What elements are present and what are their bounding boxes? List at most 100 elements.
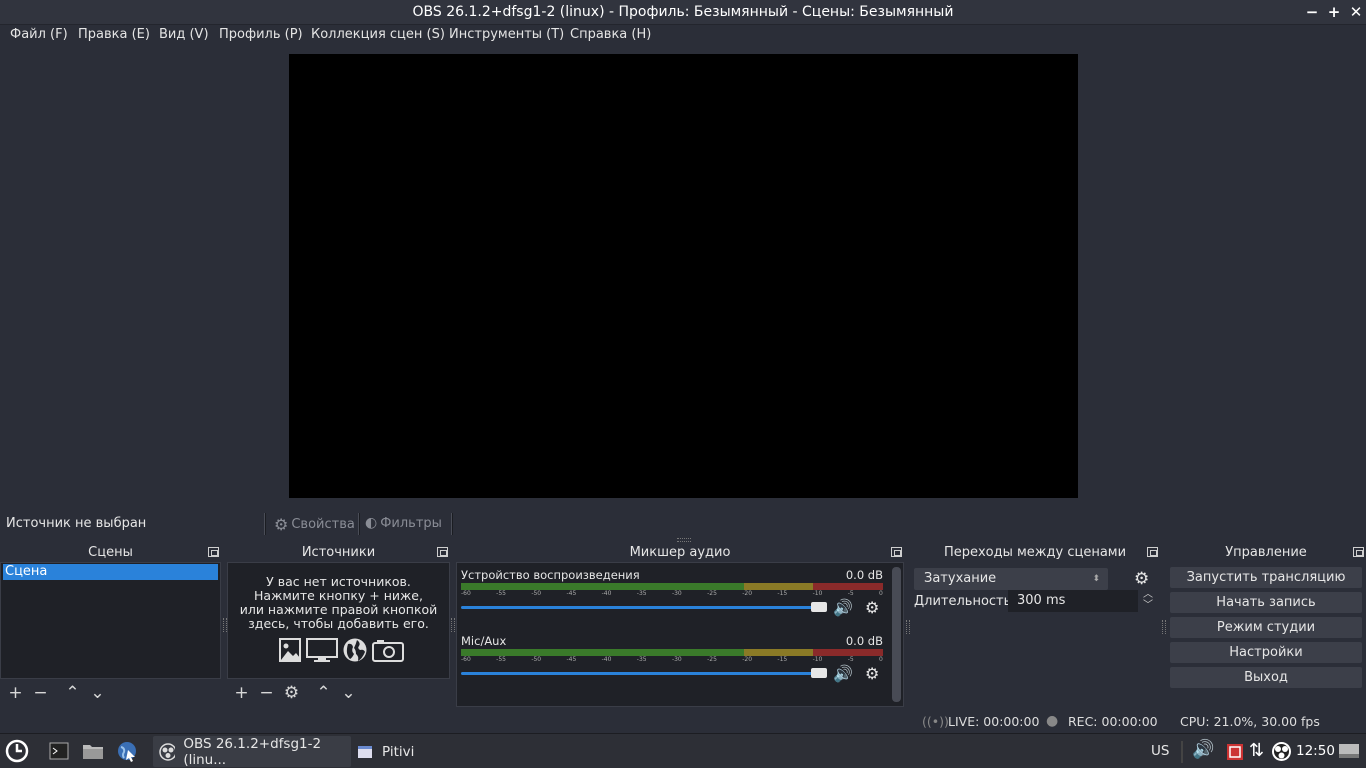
gear-icon: ⚙ xyxy=(274,515,289,534)
toolbar-separator xyxy=(451,513,453,535)
image-icon xyxy=(279,638,301,662)
volume-tray-icon[interactable]: 🔊 xyxy=(1192,739,1214,760)
chevron-down-icon: ⌄ xyxy=(90,683,105,703)
float-dock-icon[interactable] xyxy=(437,547,448,557)
camera-icon xyxy=(372,640,404,662)
mixer-scrollbar[interactable] xyxy=(892,567,901,702)
speaker-icon[interactable]: 🔊 xyxy=(833,598,853,617)
properties-button[interactable]: ⚙ Свойства xyxy=(274,515,355,534)
sources-list[interactable]: У вас нет источников. Нажмите кнопку + н… xyxy=(227,562,450,679)
scene-item[interactable]: Сцена xyxy=(3,564,218,580)
volume-meter xyxy=(461,649,883,656)
live-status: LIVE: 00:00:00 xyxy=(948,714,1040,729)
recording-tray-icon[interactable] xyxy=(1226,743,1244,765)
volume-slider[interactable] xyxy=(461,668,827,678)
meter-tick-label: -15 xyxy=(777,656,788,663)
filters-button[interactable]: ◐ Фильтры xyxy=(365,515,442,531)
exit-button[interactable]: Выход xyxy=(1170,667,1362,688)
slider-handle[interactable] xyxy=(811,602,827,612)
mixer-channel: Устройство воспроизведения 0.0 dB -60 -55… xyxy=(461,568,887,626)
duration-input[interactable]: 300 ms xyxy=(1008,590,1138,612)
add-source-button[interactable]: + xyxy=(229,681,254,705)
toolbar-separator xyxy=(264,513,266,535)
meter-ticks: -60 -55 -50 -45 -40 -35 -30 -25 -20 -15 -10 -5 0 xyxy=(461,590,883,598)
show-desktop-button[interactable] xyxy=(1338,743,1360,765)
meter-tick-label: -25 xyxy=(707,656,717,663)
meter-tick-label: -60 xyxy=(461,590,471,597)
task-label: OBS 26.1.2+dfsg1-2 (linu... xyxy=(183,735,322,768)
preview-canvas[interactable] xyxy=(289,54,1078,498)
scenes-dock: Сцены Сцена + − ⌃ ⌄ xyxy=(0,544,221,707)
meter-tick-label: -45 xyxy=(566,656,577,663)
source-properties-button[interactable]: ⚙ xyxy=(279,681,304,705)
meter-tick-label: -20 xyxy=(742,590,753,597)
meter-tick-label: -15 xyxy=(777,590,788,597)
globe-icon xyxy=(343,638,367,662)
meter-tick-label: -40 xyxy=(601,590,612,597)
duration-spinner[interactable]: ︿ ﹀ xyxy=(1141,589,1155,613)
no-sources-line: Нажмите кнопку + ниже, xyxy=(254,588,423,603)
float-dock-icon[interactable] xyxy=(1353,547,1364,557)
float-dock-icon[interactable] xyxy=(208,547,219,557)
desktop-icon xyxy=(1339,744,1359,758)
maximize-button[interactable]: + xyxy=(1324,2,1344,22)
meter-tick-label: -50 xyxy=(531,656,542,663)
record-dot-icon: ● xyxy=(1046,713,1059,729)
terminal-launcher[interactable] xyxy=(49,734,69,768)
menu-profile[interactable]: Профиль (P) xyxy=(219,27,303,42)
menu-view[interactable]: Вид (V) xyxy=(159,27,209,42)
browser-launcher[interactable] xyxy=(116,734,138,768)
start-streaming-button[interactable]: Запустить трансляцию xyxy=(1170,567,1362,588)
pitivi-icon xyxy=(358,745,372,758)
filter-icon: ◐ xyxy=(365,515,378,531)
menu-file[interactable]: Файл (F) xyxy=(10,27,68,42)
menu-tools[interactable]: Инструменты (T) xyxy=(449,27,564,42)
volume-slider[interactable] xyxy=(461,602,827,612)
task-pitivi[interactable]: Pitivi xyxy=(352,736,472,767)
transition-select[interactable]: Затухание ⬍ xyxy=(914,568,1108,590)
move-scene-down-button[interactable]: ⌄ xyxy=(85,681,110,705)
broadcast-icon: ((•)) xyxy=(922,714,949,729)
mixer-body: Устройство воспроизведения 0.0 dB -60 -55… xyxy=(456,562,904,707)
move-scene-up-button[interactable]: ⌃ xyxy=(60,681,85,705)
preview-area xyxy=(0,47,1366,507)
close-button[interactable]: ✕ xyxy=(1346,2,1366,22)
network-tray-icon[interactable]: ⇅ xyxy=(1249,740,1264,761)
menu-help[interactable]: Справка (H) xyxy=(570,27,651,42)
float-dock-icon[interactable] xyxy=(1147,547,1158,557)
move-source-up-button[interactable]: ⌃ xyxy=(311,681,336,705)
start-menu-button[interactable] xyxy=(5,734,29,768)
gear-icon[interactable]: ⚙ xyxy=(1134,569,1149,589)
obs-tray-icon[interactable] xyxy=(1271,741,1292,766)
start-recording-button[interactable]: Начать запись xyxy=(1170,592,1362,613)
float-dock-icon[interactable] xyxy=(891,547,902,557)
file-manager-launcher[interactable] xyxy=(82,734,104,768)
keyboard-layout[interactable]: US xyxy=(1151,743,1169,759)
meter-tick-label: -10 xyxy=(812,590,823,597)
menu-scene-collection[interactable]: Коллекция сцен (S) xyxy=(311,27,445,42)
meter-tick-label: -35 xyxy=(636,590,647,597)
slider-handle[interactable] xyxy=(811,668,827,678)
dock-splitter-handle[interactable] xyxy=(451,618,455,632)
speaker-icon[interactable]: 🔊 xyxy=(833,664,853,683)
remove-source-button[interactable]: − xyxy=(254,681,279,705)
obs-icon xyxy=(159,742,176,761)
minimize-button[interactable]: − xyxy=(1302,2,1322,22)
add-scene-button[interactable]: + xyxy=(3,681,28,705)
scenes-list[interactable]: Сцена xyxy=(0,562,221,679)
preview-splitter-handle[interactable] xyxy=(677,538,691,542)
settings-button[interactable]: Настройки xyxy=(1170,642,1362,663)
remove-scene-button[interactable]: − xyxy=(28,681,53,705)
gear-icon[interactable]: ⚙ xyxy=(865,598,879,617)
sources-controls: + − ⚙ ⌃ ⌄ xyxy=(227,679,450,707)
clock[interactable]: 12:50 xyxy=(1296,743,1335,759)
studio-mode-button[interactable]: Режим студии xyxy=(1170,617,1362,638)
tray-separator xyxy=(1181,741,1183,763)
chevron-up-icon: ⌃ xyxy=(65,683,80,703)
move-source-down-button[interactable]: ⌄ xyxy=(336,681,361,705)
task-obs[interactable]: OBS 26.1.2+dfsg1-2 (linu... xyxy=(153,735,351,768)
gear-icon[interactable]: ⚙ xyxy=(865,664,879,683)
terminal-icon xyxy=(49,742,69,760)
duration-label: Длительность xyxy=(914,594,1012,609)
menu-edit[interactable]: Правка (E) xyxy=(78,27,150,42)
